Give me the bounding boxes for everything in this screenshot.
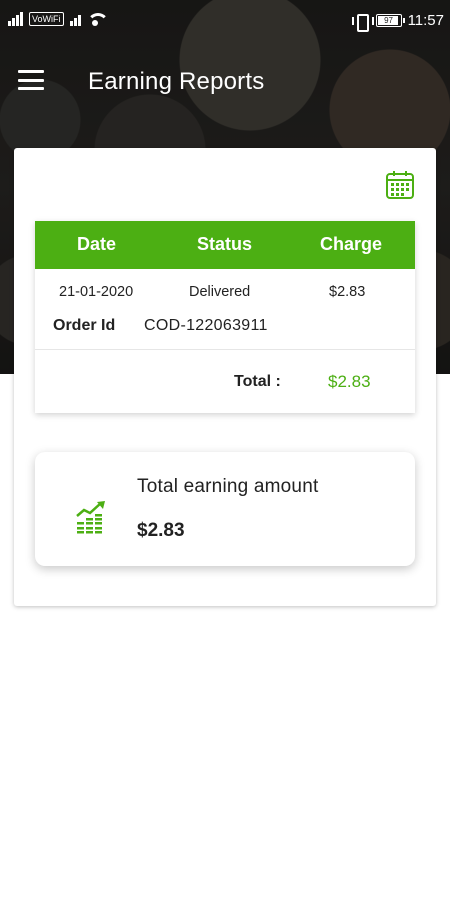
row-charge: $2.83 (329, 284, 366, 300)
status-bar: VoWiFi 97 11:57 (0, 0, 450, 44)
total-label: Total : (234, 373, 281, 390)
vibrate-icon (351, 13, 374, 32)
divider (35, 349, 415, 350)
row-date: 21-01-2020 (59, 284, 134, 300)
battery-level: 97 (384, 16, 394, 25)
column-header-date: Date (77, 234, 117, 254)
calendar-icon[interactable] (385, 170, 415, 200)
total-earning-label: Total earning amount (137, 476, 319, 497)
row-status: Delivered (189, 284, 251, 300)
cellular-signal-icon (8, 12, 23, 26)
column-header-status: Status (197, 234, 253, 254)
page-title: Earning Reports (88, 68, 265, 95)
total-value: $2.83 (328, 372, 371, 391)
cellular-signal-2-icon (69, 12, 81, 26)
table-header: Date Status Charge (35, 221, 415, 269)
clock: 11:57 (407, 12, 444, 29)
order-id-label: Order Id (53, 317, 116, 334)
earning-table: Date Status Charge 21-01-2020 Delivered … (35, 221, 415, 413)
earnings-growth-icon (75, 500, 109, 534)
earning-report-panel: Date Status Charge 21-01-2020 Delivered … (14, 148, 436, 606)
total-earning-card: Total earning amount $2.83 (35, 452, 415, 566)
battery-icon: 97 (375, 14, 405, 27)
order-id-value: COD-122063911 (144, 317, 268, 334)
total-earning-value: $2.83 (137, 520, 185, 541)
column-header-charge: Charge (320, 234, 383, 254)
menu-hamburger-icon[interactable] (18, 70, 44, 90)
vowifi-badge: VoWiFi (29, 12, 64, 26)
wifi-icon (86, 13, 109, 26)
